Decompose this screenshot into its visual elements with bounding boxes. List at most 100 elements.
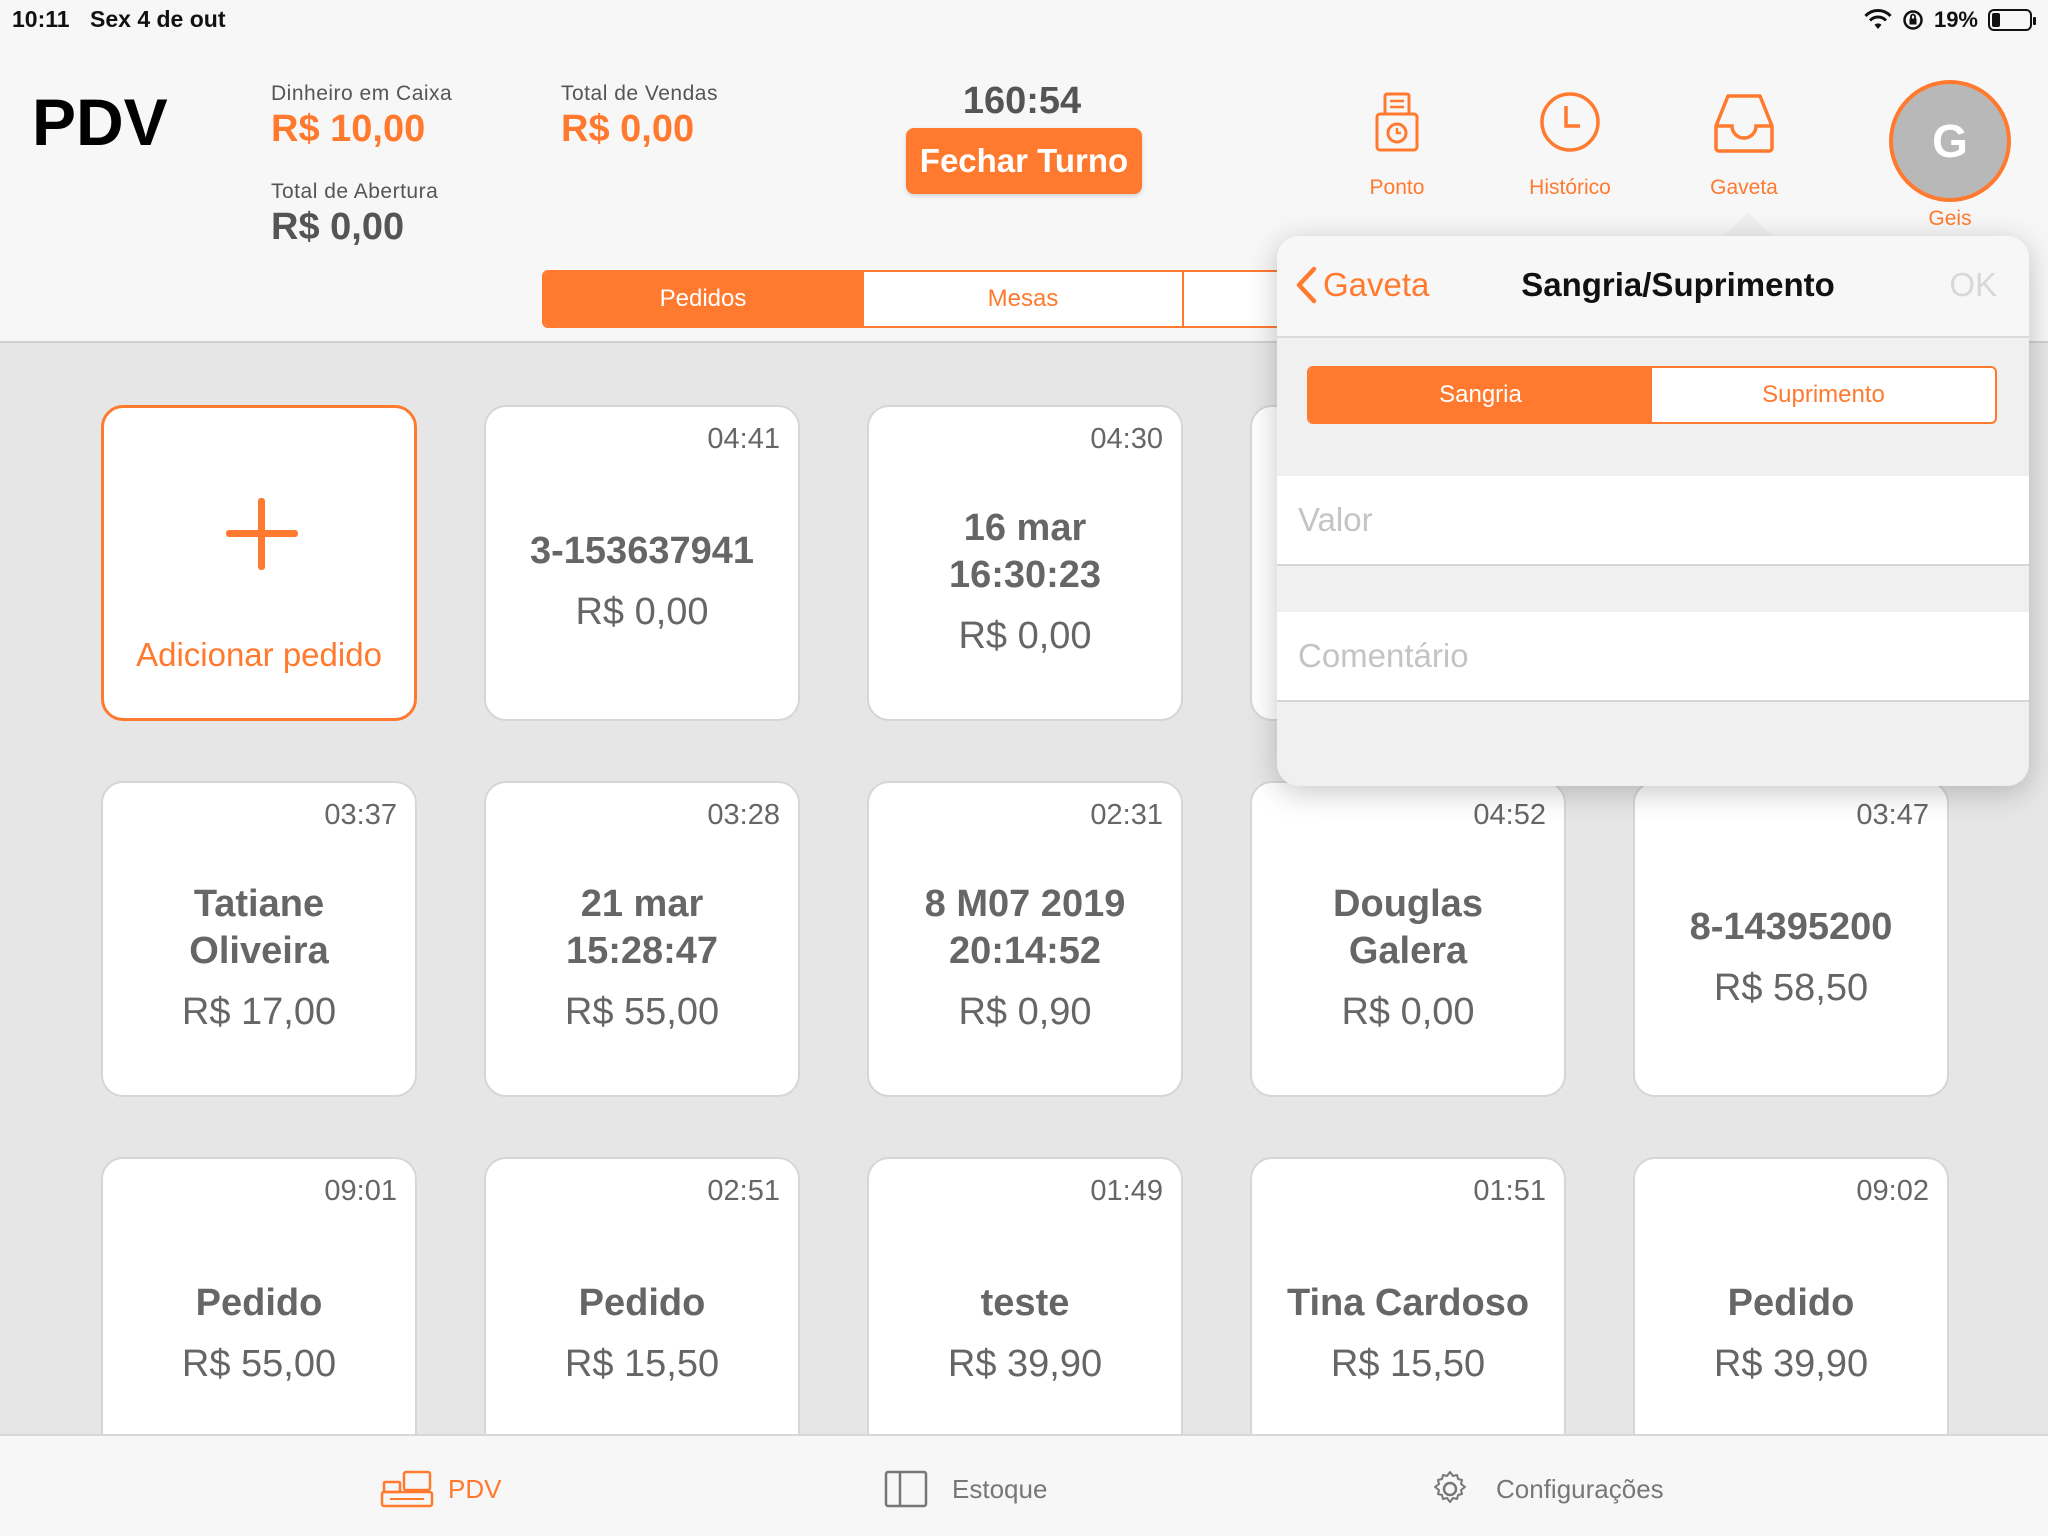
pos-register-icon bbox=[380, 1470, 434, 1508]
order-name: Pedido bbox=[578, 1282, 706, 1324]
popover-arrow bbox=[1722, 212, 1774, 238]
plus-icon bbox=[226, 498, 298, 570]
popover-title: Sangria/Suprimento bbox=[1521, 266, 1835, 303]
order-card[interactable]: 03:47 8-14395200 R$ 58,50 bbox=[1633, 781, 1949, 1097]
bottom-tab-bar: PDV Estoque Configurações bbox=[0, 1434, 2048, 1536]
order-name: 8-14395200 bbox=[1689, 906, 1893, 948]
order-time: 04:41 bbox=[707, 423, 780, 455]
order-time: 09:01 bbox=[324, 1175, 397, 1207]
nav-ponto-label: Ponto bbox=[1369, 176, 1425, 199]
battery-icon bbox=[1988, 9, 2036, 31]
tab-configuracoes[interactable]: Configurações bbox=[1428, 1470, 1664, 1508]
tab-sangria[interactable]: Sangria bbox=[1309, 368, 1652, 422]
order-body: Pedido R$ 39,90 bbox=[1635, 1231, 1947, 1435]
cash-value: R$ 10,00 bbox=[271, 108, 426, 150]
order-card[interactable]: 09:01 Pedido R$ 55,00 bbox=[101, 1157, 417, 1473]
status-right: 19% bbox=[1864, 4, 2036, 36]
tab-mesas[interactable]: Mesas bbox=[864, 272, 1184, 326]
order-card[interactable]: 03:37 Tatiane Oliveira R$ 17,00 bbox=[101, 781, 417, 1097]
order-price: R$ 55,00 bbox=[564, 990, 720, 1033]
order-card[interactable]: 01:51 Tina Cardoso R$ 15,50 bbox=[1250, 1157, 1566, 1473]
order-price: R$ 0,00 bbox=[958, 614, 1092, 657]
close-shift-button[interactable]: Fechar Turno bbox=[906, 128, 1142, 194]
nav-gaveta[interactable]: Gaveta bbox=[1684, 88, 1804, 200]
order-time: 03:47 bbox=[1856, 799, 1929, 831]
order-body: 8 M07 2019 20:14:52 R$ 0,90 bbox=[869, 855, 1181, 1059]
order-time: 03:28 bbox=[707, 799, 780, 831]
tab-suprimento[interactable]: Suprimento bbox=[1652, 368, 1995, 422]
order-name: Pedido bbox=[1727, 1282, 1855, 1324]
comentario-input[interactable] bbox=[1277, 612, 2029, 700]
order-card[interactable]: 04:52 Douglas Galera R$ 0,00 bbox=[1250, 781, 1566, 1097]
status-date: Sex 4 de out bbox=[90, 6, 226, 32]
order-time: 04:52 bbox=[1473, 799, 1546, 831]
order-card[interactable]: 04:30 16 mar 16:30:23 R$ 0,00 bbox=[867, 405, 1183, 721]
status-bar: 10:11 Sex 4 de out 19% bbox=[0, 0, 2048, 40]
order-price: R$ 17,00 bbox=[181, 990, 337, 1033]
battery-percent: 19% bbox=[1933, 7, 1978, 32]
order-name: Tina Cardoso bbox=[1286, 1282, 1530, 1324]
order-card[interactable]: 09:02 Pedido R$ 39,90 bbox=[1633, 1157, 1949, 1473]
valor-input[interactable] bbox=[1277, 476, 2029, 564]
order-name: 21 mar 15:28:47 bbox=[565, 882, 719, 972]
order-time: 09:02 bbox=[1856, 1175, 1929, 1207]
tab-estoque[interactable]: Estoque bbox=[884, 1470, 1047, 1508]
order-name: Tatiane Oliveira bbox=[189, 882, 329, 972]
nav-historico[interactable]: Histórico bbox=[1510, 88, 1630, 200]
order-time: 04:30 bbox=[1090, 423, 1163, 455]
order-card[interactable]: 04:41 3-153637941 R$ 0,00 bbox=[484, 405, 800, 721]
opening-label: Total de Abertura bbox=[271, 180, 439, 203]
add-order-card[interactable]: Adicionar pedido bbox=[101, 405, 417, 721]
sangria-segmented-control: Sangria Suprimento bbox=[1307, 366, 1997, 424]
order-name: 8 M07 2019 20:14:52 bbox=[924, 882, 1126, 972]
order-price: R$ 15,50 bbox=[1330, 1343, 1486, 1385]
shift-timer: 160:54 bbox=[962, 80, 1082, 122]
valor-field[interactable] bbox=[1277, 476, 2029, 566]
order-body: 8-14395200 R$ 58,50 bbox=[1635, 855, 1947, 1059]
sales-stat: Total de Vendas R$ 0,00 bbox=[561, 82, 718, 151]
order-card[interactable]: 01:49 teste R$ 39,90 bbox=[867, 1157, 1183, 1473]
order-price: R$ 55,00 bbox=[181, 1343, 337, 1385]
user-name: Geis bbox=[1928, 207, 1972, 230]
tab-pdv-label: PDV bbox=[448, 1473, 502, 1504]
cash-stat: Dinheiro em Caixa R$ 10,00 bbox=[271, 82, 452, 151]
ok-button[interactable]: OK bbox=[1949, 266, 1997, 304]
order-time: 02:31 bbox=[1090, 799, 1163, 831]
tray-icon bbox=[1714, 94, 1774, 153]
order-card[interactable]: 02:31 8 M07 2019 20:14:52 R$ 0,90 bbox=[867, 781, 1183, 1097]
order-name: 16 mar 16:30:23 bbox=[948, 506, 1102, 596]
tab-pdv[interactable]: PDV bbox=[380, 1470, 501, 1508]
order-time: 01:49 bbox=[1090, 1175, 1163, 1207]
order-body: 16 mar 16:30:23 R$ 0,00 bbox=[869, 479, 1181, 683]
order-card[interactable]: 03:28 21 mar 15:28:47 R$ 55,00 bbox=[484, 781, 800, 1097]
order-body: Tina Cardoso R$ 15,50 bbox=[1252, 1231, 1564, 1435]
status-time: 10:11 bbox=[12, 6, 70, 32]
order-time: 03:37 bbox=[324, 799, 397, 831]
order-name: Pedido bbox=[195, 1282, 323, 1324]
order-price: R$ 39,90 bbox=[947, 1343, 1103, 1385]
popover-navbar: Gaveta Sangria/Suprimento OK bbox=[1277, 236, 2029, 338]
order-price: R$ 0,90 bbox=[958, 990, 1092, 1033]
order-price: R$ 0,00 bbox=[575, 591, 709, 633]
nav-historico-label: Histórico bbox=[1529, 176, 1611, 199]
gear-icon bbox=[1434, 1471, 1466, 1503]
history-clock-icon bbox=[1540, 92, 1600, 152]
order-body: 3-153637941 R$ 0,00 bbox=[486, 479, 798, 683]
avatar[interactable]: G bbox=[1889, 80, 2011, 202]
order-name: Douglas Galera bbox=[1333, 882, 1483, 972]
sales-value: R$ 0,00 bbox=[561, 108, 695, 150]
order-time: 01:51 bbox=[1473, 1175, 1546, 1207]
add-order-label: Adicionar pedido bbox=[136, 636, 382, 673]
order-body: teste R$ 39,90 bbox=[869, 1231, 1181, 1435]
comentario-field[interactable] bbox=[1277, 612, 2029, 702]
time-clock-icon bbox=[1375, 92, 1419, 152]
inventory-book-icon bbox=[884, 1470, 928, 1508]
opening-stat: Total de Abertura R$ 0,00 bbox=[271, 180, 438, 249]
order-time: 02:51 bbox=[707, 1175, 780, 1207]
nav-ponto[interactable]: Ponto bbox=[1337, 88, 1457, 200]
tab-pedidos[interactable]: Pedidos bbox=[544, 272, 864, 326]
opening-value: R$ 0,00 bbox=[271, 206, 405, 248]
order-card[interactable]: 02:51 Pedido R$ 15,50 bbox=[484, 1157, 800, 1473]
order-body: Douglas Galera R$ 0,00 bbox=[1252, 855, 1564, 1059]
wifi-icon bbox=[1864, 9, 1892, 29]
